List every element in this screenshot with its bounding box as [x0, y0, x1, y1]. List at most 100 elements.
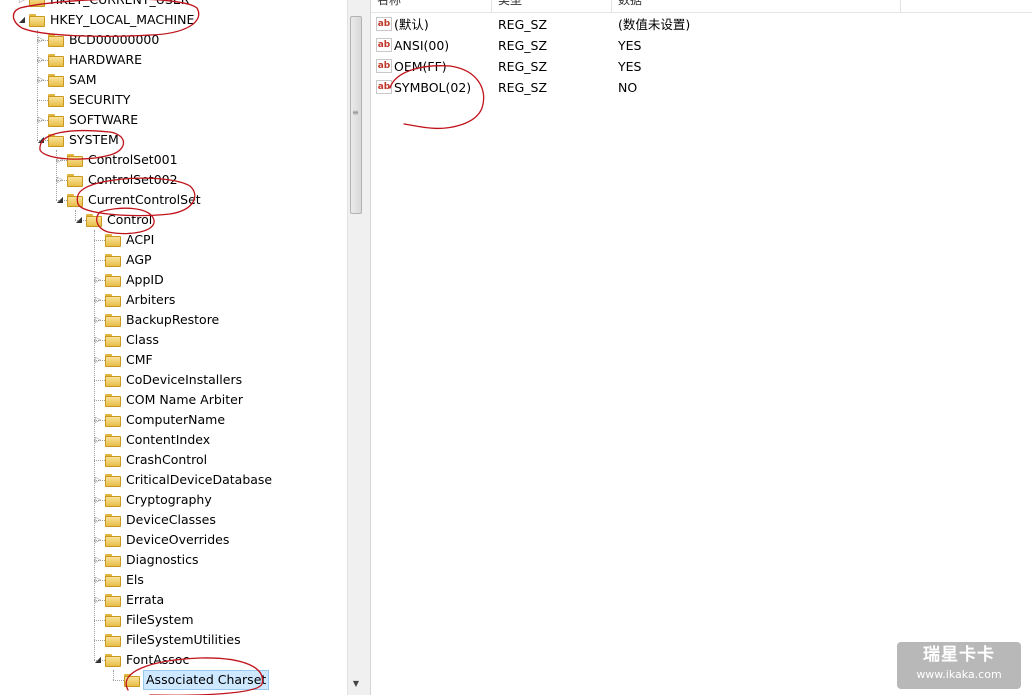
expand-triangle-icon[interactable]: ▷ [93, 290, 103, 310]
expand-triangle-icon[interactable]: ▷ [93, 350, 103, 370]
value-type: REG_SZ [498, 38, 548, 53]
folder-icon [105, 274, 121, 287]
tree-item-label: Els [126, 572, 144, 587]
scroll-down-arrow-icon[interactable]: ▼ [348, 676, 364, 692]
folder-icon [105, 514, 121, 527]
tree-item-label: HKEY_CURRENT_USER [48, 0, 191, 10]
folder-icon [105, 354, 121, 367]
folder-icon [67, 154, 83, 167]
value-type: REG_SZ [498, 17, 548, 32]
tree-connector-line [94, 640, 105, 641]
expand-triangle-icon[interactable]: ▷ [36, 110, 46, 130]
expand-triangle-icon[interactable]: ▷ [93, 330, 103, 350]
folder-icon [105, 574, 121, 587]
tree-scrollbar[interactable]: ≡ ▼ [347, 0, 364, 695]
folder-icon [105, 534, 121, 547]
value-data: NO [618, 80, 638, 95]
folder-icon [105, 474, 121, 487]
column-header-data[interactable]: 数据 [612, 0, 901, 12]
expand-triangle-icon[interactable]: ▷ [93, 590, 103, 610]
tree-item-label: SAM [69, 72, 97, 87]
tree-item-label: Cryptography [126, 492, 212, 507]
tree-connector-line [94, 400, 105, 401]
expand-triangle-icon[interactable]: ▷ [93, 430, 103, 450]
expand-triangle-icon[interactable]: ▷ [17, 0, 27, 10]
collapse-triangle-icon[interactable]: ◢ [36, 130, 46, 150]
expand-triangle-icon[interactable]: ▷ [93, 410, 103, 430]
expand-triangle-icon[interactable]: ▷ [93, 270, 103, 290]
folder-icon [67, 194, 83, 207]
tree-connector-line [113, 670, 114, 680]
expand-triangle-icon[interactable]: ▷ [93, 310, 103, 330]
registry-values-list[interactable]: 名称 类型 数据 ab (默认) REG_SZ (数值未设置) ab ANSI(00) RE… [371, 0, 1032, 695]
folder-icon [48, 54, 64, 67]
tree-item-label: ComputerName [126, 412, 226, 427]
expand-triangle-icon[interactable]: ▷ [93, 510, 103, 530]
column-header-name[interactable]: 名称 [371, 0, 492, 12]
tree-item-label: ContentIndex [126, 432, 211, 447]
value-row[interactable]: ab ANSI(00) REG_SZ YES [371, 35, 1032, 56]
expand-triangle-icon[interactable]: ▷ [36, 50, 46, 70]
registry-key-tree[interactable]: ▷ HKEY_CURRENT_USER ◢ HKEY_LOCAL_MACHINE ▷ BC… [0, 0, 347, 695]
ikaka-watermark: 瑞星卡卡 www.ikaka.com [897, 642, 1021, 689]
expand-triangle-icon[interactable]: ▷ [93, 550, 103, 570]
tree-item-label: CriticalDeviceDatabase [126, 472, 273, 487]
folder-icon [105, 654, 121, 667]
folder-icon [105, 374, 121, 387]
value-name: OEM(FF) [394, 59, 447, 74]
folder-icon [105, 594, 121, 607]
tree-item-label: BCD00000000 [69, 32, 160, 47]
tree-item-label: CrashControl [126, 452, 208, 467]
value-row[interactable]: ab SYMBOL(02) REG_SZ NO [371, 77, 1032, 98]
value-data: YES [618, 59, 642, 74]
collapse-triangle-icon[interactable]: ◢ [55, 190, 65, 210]
tree-item-label: Errata [126, 592, 165, 607]
folder-icon [105, 554, 121, 567]
folder-icon [124, 674, 140, 687]
value-type: REG_SZ [498, 59, 548, 74]
tree-item-label: ControlSet002 [88, 172, 178, 187]
collapse-triangle-icon[interactable]: ◢ [74, 210, 84, 230]
collapse-triangle-icon[interactable]: ◢ [17, 10, 27, 30]
expand-triangle-icon[interactable]: ▷ [93, 570, 103, 590]
tree-item-label: AGP [126, 252, 152, 267]
expand-triangle-icon[interactable]: ▷ [36, 30, 46, 50]
tree-connector-line [94, 380, 105, 381]
folder-icon [48, 134, 64, 147]
folder-icon [105, 314, 121, 327]
tree-item-label: Arbiters [126, 292, 176, 307]
folder-icon [48, 114, 64, 127]
column-header-type[interactable]: 类型 [492, 0, 612, 12]
folder-icon [105, 434, 121, 447]
folder-icon [48, 94, 64, 107]
folder-icon [48, 34, 64, 47]
value-data: (数值未设置) [618, 17, 691, 32]
tree-connector-line [113, 680, 124, 681]
folder-icon [48, 74, 64, 87]
tree-connector-line [94, 240, 105, 241]
watermark-url: www.ikaka.com [916, 668, 1002, 681]
pane-splitter[interactable] [364, 0, 371, 695]
expand-triangle-icon[interactable]: ▷ [93, 490, 103, 510]
folder-icon [105, 294, 121, 307]
expand-triangle-icon[interactable]: ▷ [55, 170, 65, 190]
string-value-icon: ab [376, 59, 392, 73]
tree-item-label: Diagnostics [126, 552, 199, 567]
string-value-icon: ab [376, 17, 392, 31]
collapse-triangle-icon[interactable]: ◢ [93, 650, 103, 670]
expand-triangle-icon[interactable]: ▷ [93, 470, 103, 490]
folder-icon [105, 234, 121, 247]
tree-item-label: ACPI [126, 232, 155, 247]
expand-triangle-icon[interactable]: ▷ [36, 70, 46, 90]
folder-icon [105, 614, 121, 627]
tree-item-label: CurrentControlSet [88, 192, 201, 207]
expand-triangle-icon[interactable]: ▷ [93, 530, 103, 550]
value-row[interactable]: ab OEM(FF) REG_SZ YES [371, 56, 1032, 77]
folder-icon [67, 174, 83, 187]
value-row[interactable]: ab (默认) REG_SZ (数值未设置) [371, 14, 1032, 35]
watermark-title: 瑞星卡卡 [923, 645, 995, 665]
tree-item-label: ControlSet001 [88, 152, 178, 167]
expand-triangle-icon[interactable]: ▷ [55, 150, 65, 170]
tree-item-label: SECURITY [69, 92, 131, 107]
value-name: (默认) [394, 17, 429, 32]
